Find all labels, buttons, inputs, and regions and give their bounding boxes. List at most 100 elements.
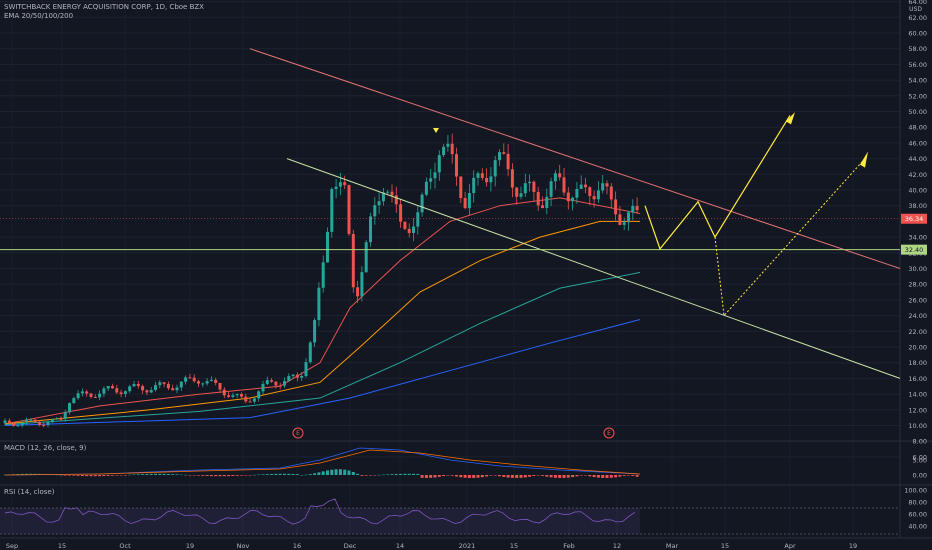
candle-body	[46, 422, 50, 425]
time-tick-13: 15	[721, 542, 729, 550]
candle-body	[571, 197, 575, 202]
macd-histogram-bar	[136, 474, 140, 475]
candle-body	[536, 191, 540, 206]
candle-body	[399, 204, 403, 222]
macd-histogram-bar	[270, 473, 274, 475]
macd-histogram-bar	[291, 473, 295, 475]
macd-histogram-bar	[119, 475, 123, 476]
price-tick-10: 46.00	[908, 139, 927, 147]
macd-histogram-bar	[631, 475, 635, 476]
candle-body	[489, 176, 493, 183]
macd-histogram-bar	[351, 471, 355, 475]
candle-body	[12, 423, 16, 426]
macd-histogram-bar	[381, 474, 385, 476]
candle-body	[287, 376, 291, 382]
candle-body	[270, 380, 274, 382]
macd-histogram-bar	[317, 472, 321, 475]
macd-histogram-bar	[330, 469, 334, 475]
candle-body	[29, 419, 33, 421]
macd-histogram-bar	[274, 473, 278, 475]
candle-body	[343, 182, 347, 186]
macd-histogram-bar	[343, 469, 347, 475]
macd-legend[interactable]: MACD (12, 26, close, 9)	[4, 444, 86, 453]
macd-histogram-bar	[154, 473, 157, 475]
candle-body	[467, 193, 471, 209]
rsi-legend[interactable]: RSI (14, close)	[4, 488, 54, 497]
candle-body	[227, 395, 231, 397]
macd-histogram-bar	[80, 475, 84, 476]
macd-histogram-bar	[265, 474, 269, 475]
candle-body	[209, 379, 213, 382]
candle-body	[55, 418, 59, 420]
candle-body	[154, 385, 157, 390]
macd-histogram-bar	[128, 474, 132, 476]
indicator-legend[interactable]: EMA 20/50/100/200	[4, 12, 73, 21]
candle-body	[459, 176, 463, 199]
macd-histogram-bar	[188, 475, 192, 476]
macd-histogram-bar	[308, 474, 312, 475]
macd-histogram-bar	[498, 475, 501, 477]
macd-histogram-bar	[214, 475, 218, 477]
candle-body	[592, 196, 596, 200]
event-label-1: E	[607, 430, 611, 437]
candle-body	[184, 377, 188, 382]
macd-histogram-bar	[356, 473, 360, 475]
rsi-band	[0, 508, 640, 534]
candle-body	[80, 391, 84, 394]
candle-body	[480, 173, 484, 178]
macd-histogram-bar	[515, 475, 519, 478]
level-label: 32.40	[905, 246, 924, 254]
macd-histogram-bar	[489, 475, 493, 476]
macd-histogram-bar	[528, 475, 532, 477]
candle-body	[334, 186, 338, 189]
macd-histogram-bar	[364, 475, 368, 476]
macd-histogram-bar	[304, 474, 308, 476]
candle-body	[627, 212, 630, 223]
time-tick-5: 16	[293, 542, 301, 550]
candle-body	[463, 198, 467, 209]
macd-histogram-bar	[485, 475, 489, 477]
candle-body	[98, 393, 102, 398]
macd-histogram-bar	[455, 475, 458, 477]
time-tick-7: 14	[396, 542, 404, 550]
price-tick-9: 48.00	[908, 124, 927, 132]
macd-histogram-bar	[424, 475, 428, 478]
candle-body	[351, 233, 355, 288]
macd-histogram-bar	[360, 475, 364, 476]
candle-body	[403, 221, 407, 229]
candle-body	[240, 394, 243, 397]
macd-histogram-bar	[575, 475, 579, 477]
rsi-tick-2: 60.00	[908, 511, 927, 519]
macd-histogram-bar	[588, 475, 592, 477]
price-tick-6: 54.00	[908, 77, 927, 85]
macd-histogram-bar	[416, 473, 420, 475]
candle-body	[317, 287, 321, 321]
macd-histogram-bar	[502, 475, 506, 477]
macd-histogram-bar	[536, 475, 540, 476]
macd-histogram-bar	[166, 473, 170, 475]
time-tick-14: Apr	[784, 542, 796, 550]
candle-body	[50, 419, 54, 423]
macd-histogram-bar	[98, 475, 102, 477]
macd-histogram-bar	[278, 473, 282, 475]
macd-histogram-bar	[231, 475, 235, 476]
macd-histogram-bar	[493, 475, 497, 476]
macd-histogram-bar	[287, 473, 291, 475]
macd-histogram-bar	[93, 475, 97, 477]
macd-histogram-bar	[446, 475, 450, 476]
candle-body	[261, 383, 265, 392]
price-chart[interactable]: 66.0064.0062.0060.0058.0056.0054.0052.00…	[0, 0, 932, 550]
candle-body	[609, 186, 613, 200]
time-tick-6: Dec	[344, 542, 357, 550]
candle-body	[394, 195, 398, 205]
candle-body	[373, 205, 377, 217]
candle-body	[136, 383, 140, 387]
candle-body	[106, 386, 110, 389]
time-tick-1: 15	[58, 542, 66, 550]
macd-histogram-bar	[506, 475, 510, 478]
candle-body	[321, 262, 325, 288]
candle-body	[179, 381, 183, 388]
macd-histogram-bar	[89, 475, 93, 477]
time-tick-15: 19	[849, 542, 857, 550]
candle-body	[437, 155, 441, 173]
